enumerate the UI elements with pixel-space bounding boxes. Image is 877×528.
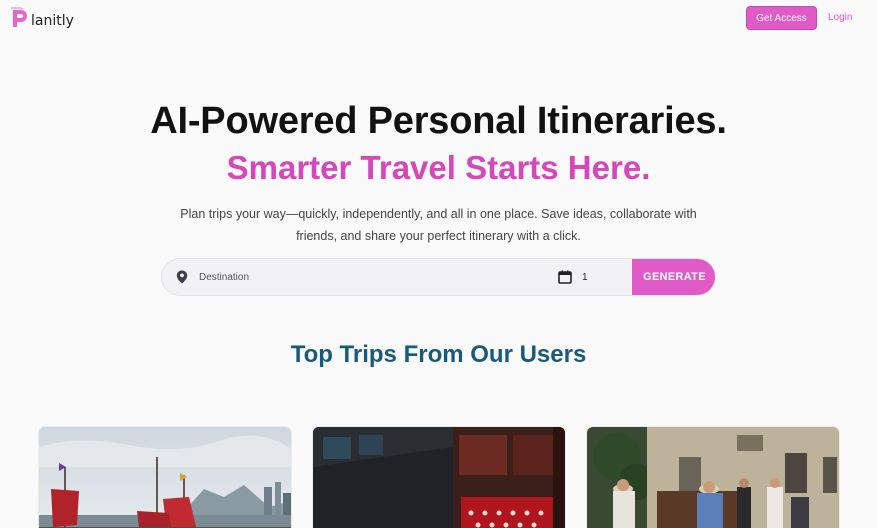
top-nav: lanitly Get Access Login <box>0 0 877 36</box>
get-access-button[interactable]: Get Access <box>746 6 817 30</box>
calendar-icon[interactable] <box>558 270 572 284</box>
planitly-logo-icon <box>10 7 30 29</box>
harbor-junk-boat-photo <box>39 427 291 528</box>
night-street-lights-photo <box>313 427 565 528</box>
itinerary-search-bar: GENERATE <box>161 258 716 296</box>
hero-subtitle: Smarter Travel Starts Here. <box>226 149 651 186</box>
trip-card[interactable] <box>39 427 291 528</box>
days-input[interactable] <box>582 266 622 288</box>
brand-name: lanitly <box>31 13 74 29</box>
brand-logo[interactable]: lanitly <box>10 7 74 29</box>
street-musicians-photo <box>587 427 839 528</box>
hero-description: Plan trips your way—quickly, independent… <box>180 207 697 243</box>
generate-button[interactable]: GENERATE <box>632 259 715 295</box>
destination-input[interactable] <box>199 266 539 288</box>
hero-title: AI-Powered Personal Itineraries. <box>150 100 727 142</box>
trip-card[interactable] <box>587 427 839 528</box>
location-pin-icon <box>176 270 188 284</box>
trip-card[interactable] <box>313 427 565 528</box>
top-trips-title: Top Trips From Our Users <box>290 341 587 368</box>
login-link[interactable]: Login <box>828 10 852 26</box>
